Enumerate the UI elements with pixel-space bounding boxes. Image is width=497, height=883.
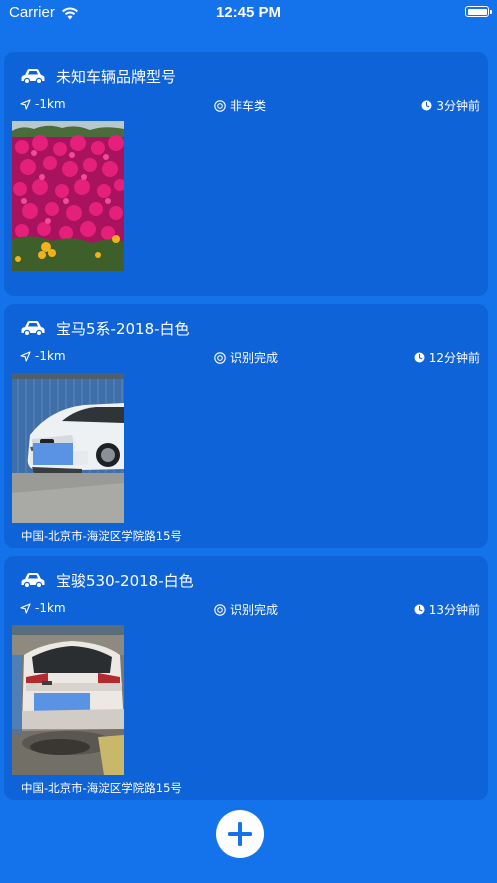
vehicle-card[interactable]: 未知车辆品牌型号 -1km 非车类 3分钟前 xyxy=(4,52,488,296)
vehicle-card[interactable]: 宝马5系-2018-白色 -1km 识别完成 12分钟前 中国-北京市-海淀区学… xyxy=(4,304,488,548)
location-arrow-icon xyxy=(20,602,31,614)
status-info: 识别完成 xyxy=(214,349,278,366)
car-icon xyxy=(21,69,45,85)
plus-icon xyxy=(228,822,252,846)
time-label: 3分钟前 xyxy=(436,99,480,113)
time-info: 12分钟前 xyxy=(414,349,480,366)
status-label: 非车类 xyxy=(230,99,267,113)
card-header: 宝骏530-2018-白色 xyxy=(20,568,194,592)
status-info: 识别完成 xyxy=(214,601,278,618)
car-icon xyxy=(21,573,45,589)
distance-info: -1km xyxy=(20,97,66,111)
vehicle-card[interactable]: 宝骏530-2018-白色 -1km 识别完成 13分钟前 中国-北京市-海淀区… xyxy=(4,556,488,800)
flower-photo[interactable] xyxy=(12,121,124,271)
clock-icon xyxy=(414,604,425,615)
battery-level xyxy=(467,8,487,15)
card-title: 宝马5系-2018-白色 xyxy=(56,319,190,338)
battery-icon xyxy=(465,6,492,17)
target-icon xyxy=(214,603,226,616)
status-bar: Carrier 12:45 PM xyxy=(0,0,497,28)
vehicle-feed[interactable]: 未知车辆品牌型号 -1km 非车类 3分钟前 宝马5系-2018-白色 -1km… xyxy=(4,52,488,808)
time-label: 13分钟前 xyxy=(428,603,480,617)
distance-label: -1km xyxy=(35,97,66,111)
card-address: 中国-北京市-海淀区学院路15号 xyxy=(21,529,182,543)
distance-label: -1km xyxy=(35,601,66,615)
distance-info: -1km xyxy=(20,349,66,363)
distance-label: -1km xyxy=(35,349,66,363)
card-title: 未知车辆品牌型号 xyxy=(56,67,177,86)
time-info: 3分钟前 xyxy=(421,97,480,114)
location-arrow-icon xyxy=(20,350,31,362)
status-label: 识别完成 xyxy=(230,351,279,365)
card-header: 未知车辆品牌型号 xyxy=(20,64,176,88)
card-title: 宝骏530-2018-白色 xyxy=(56,571,194,590)
car-icon xyxy=(21,321,45,337)
status-label: 识别完成 xyxy=(230,603,279,617)
card-meta: -1km 识别完成 13分钟前 xyxy=(20,601,480,617)
target-icon xyxy=(214,351,226,364)
card-meta: -1km 非车类 3分钟前 xyxy=(20,97,480,113)
distance-info: -1km xyxy=(20,601,66,615)
add-button[interactable] xyxy=(216,810,264,858)
white-sedan-photo[interactable] xyxy=(12,373,124,523)
target-icon xyxy=(214,99,226,112)
card-address: 中国-北京市-海淀区学院路15号 xyxy=(21,781,182,795)
status-info: 非车类 xyxy=(214,97,266,114)
card-header: 宝马5系-2018-白色 xyxy=(20,316,190,340)
clock-icon xyxy=(421,100,432,111)
white-suv-photo[interactable] xyxy=(12,625,124,775)
location-arrow-icon xyxy=(20,98,31,110)
time-info: 13分钟前 xyxy=(414,601,480,618)
clock-icon xyxy=(414,352,425,363)
time-label: 12分钟前 xyxy=(428,351,480,365)
card-meta: -1km 识别完成 12分钟前 xyxy=(20,349,480,365)
status-time: 12:45 PM xyxy=(215,4,282,21)
